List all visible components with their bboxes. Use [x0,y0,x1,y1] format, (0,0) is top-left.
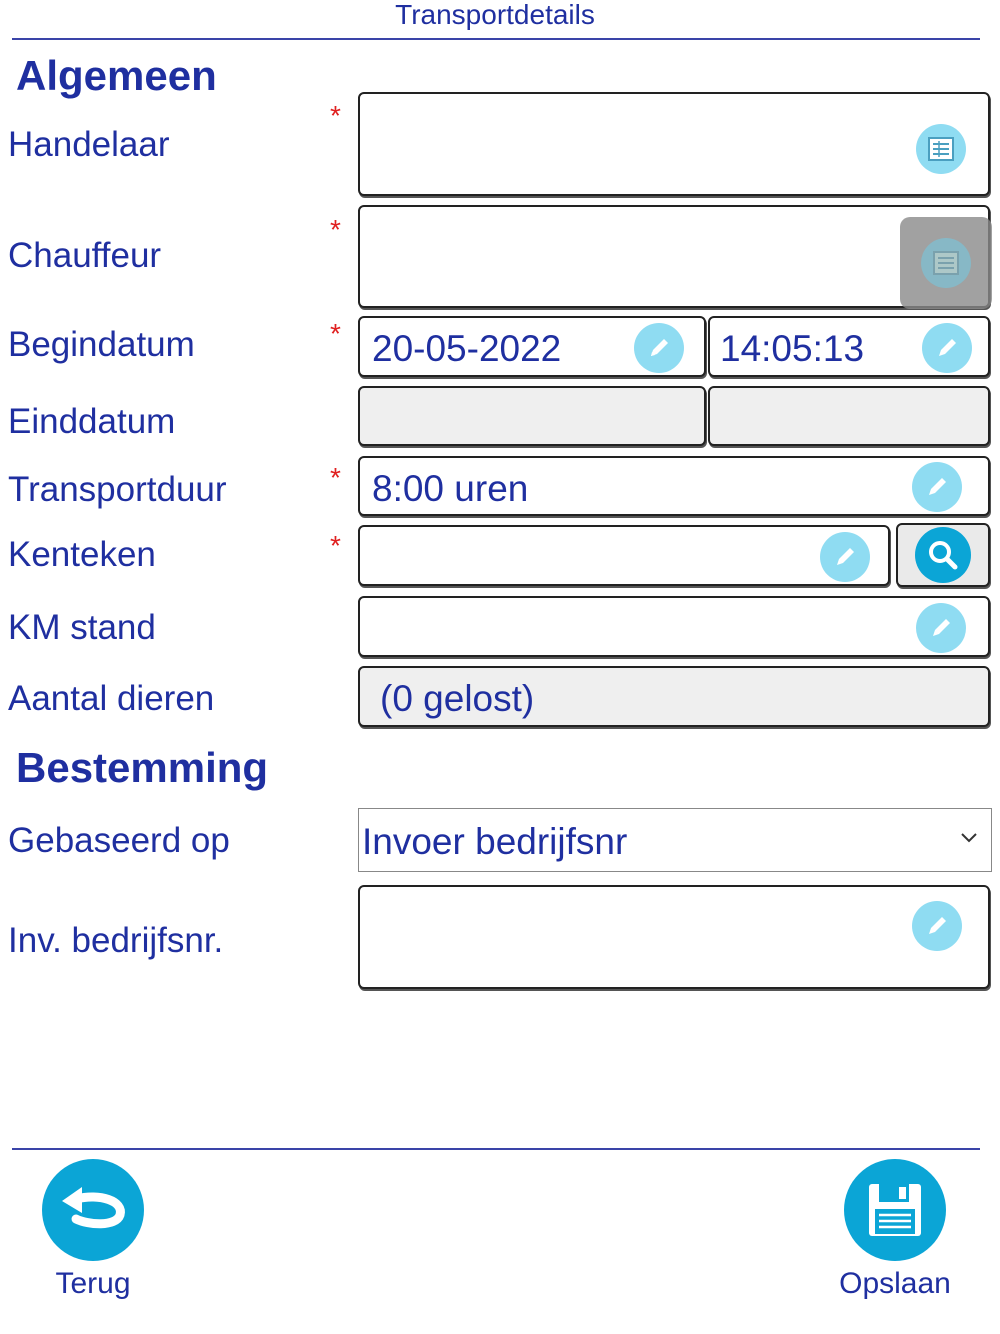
search-icon [915,527,971,583]
aantal-dieren-value: (0 gelost) [380,678,535,719]
km-stand-field[interactable] [358,596,990,657]
chevron-down-icon [959,831,979,850]
handelaar-field[interactable] [358,92,990,196]
pencil-icon[interactable] [634,323,684,373]
back-button[interactable] [42,1159,144,1261]
pencil-icon[interactable] [820,532,870,582]
transportduur-field[interactable]: 8:00 uren [358,456,990,516]
required-marker: * [330,100,341,131]
page-title: Transportdetails [395,0,595,30]
begindatum-date-value: 20-05-2022 [372,328,562,369]
pencil-icon[interactable] [912,901,962,951]
aantal-dieren-field: (0 gelost) [358,666,990,727]
gebaseerd-op-label: Gebaseerd op [8,821,230,860]
chauffeur-field[interactable] [358,205,992,309]
inv-bedrijfsnr-label: Inv. bedrijfsnr. [8,921,224,960]
transportduur-value: 8:00 uren [372,468,529,509]
required-marker: * [330,462,341,493]
list-icon[interactable] [916,124,966,174]
begindatum-label: Begindatum [8,325,195,364]
required-marker: * [330,530,341,561]
section-heading-destination: Bestemming [16,744,269,791]
section-heading-general: Algemeen [16,52,217,99]
floppy-disk-icon [869,1184,921,1236]
einddatum-label: Einddatum [8,402,176,441]
km-stand-label: KM stand [8,608,156,647]
aantal-dieren-label: Aantal dieren [8,679,215,718]
begindatum-date-field[interactable]: 20-05-2022 [358,316,706,377]
handelaar-label: Handelaar [8,125,170,164]
pencil-icon[interactable] [922,323,972,373]
required-marker: * [330,318,341,349]
einddatum-date-field [358,386,706,446]
save-button[interactable] [844,1159,946,1261]
gebaseerd-op-select[interactable]: Invoer bedrijfsnr [358,808,992,872]
footer-divider [12,1148,980,1150]
kenteken-search-button[interactable] [896,523,990,587]
kenteken-field[interactable] [358,525,890,586]
list-button-pressed[interactable] [900,217,992,309]
pencil-icon[interactable] [916,603,966,653]
einddatum-time-field [708,386,990,446]
kenteken-label: Kenteken [8,535,156,574]
required-marker: * [330,214,341,245]
begindatum-time-value: 14:05:13 [720,328,865,369]
save-label: Opslaan [839,1267,951,1300]
gebaseerd-op-selected: Invoer bedrijfsnr [362,821,628,862]
back-arrow-icon [62,1187,125,1229]
transportduur-label: Transportduur [8,470,227,509]
chauffeur-label: Chauffeur [8,236,162,275]
inv-bedrijfsnr-field[interactable] [358,885,990,989]
back-label: Terug [55,1267,131,1300]
begindatum-time-field[interactable]: 14:05:13 [708,316,990,377]
list-icon [921,238,971,288]
pencil-icon[interactable] [912,462,962,512]
header-divider [12,38,980,40]
